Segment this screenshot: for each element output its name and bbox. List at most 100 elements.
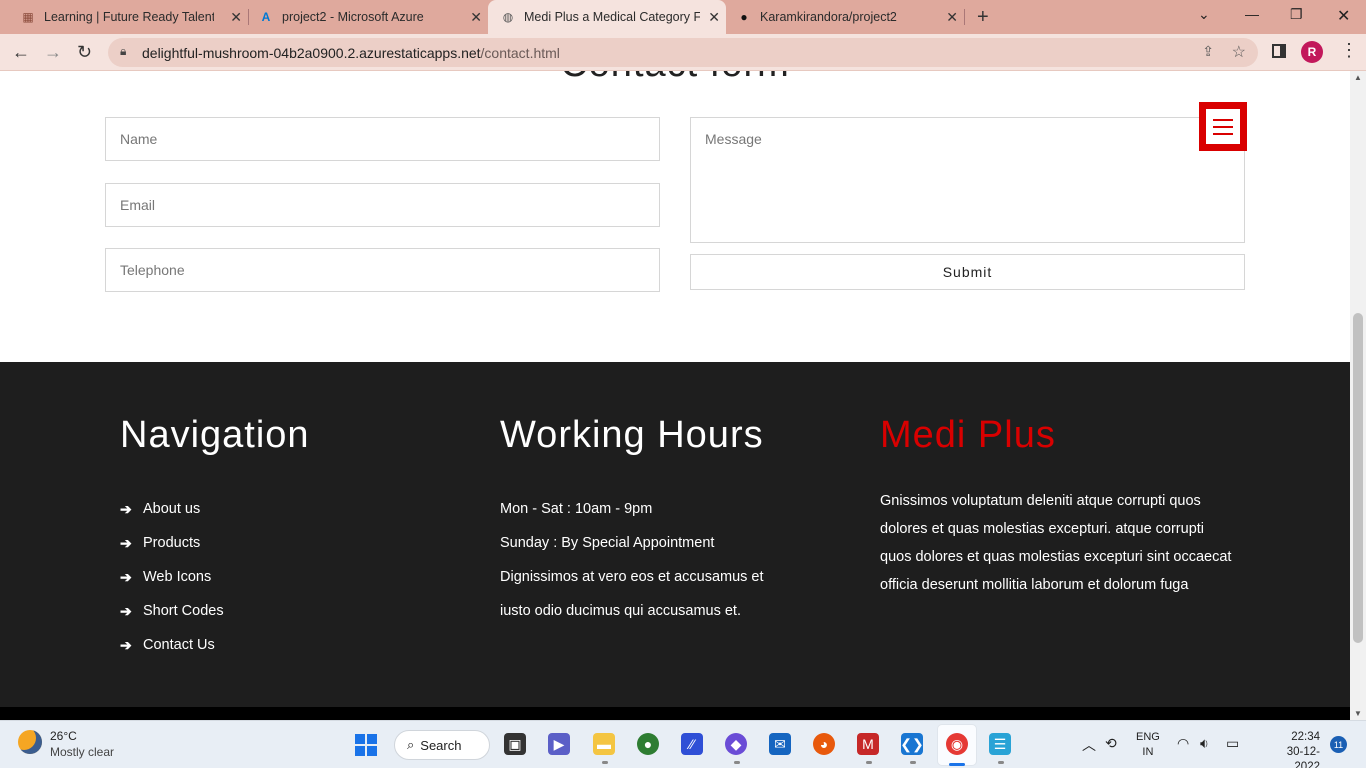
file-explorer-icon[interactable]: ▬: [593, 733, 615, 755]
hours-line: Mon - Sat : 10am - 9pm: [500, 501, 653, 517]
firefox-icon[interactable]: ◕: [813, 733, 835, 755]
bookmark-star-icon[interactable]: ☆: [1232, 42, 1246, 62]
page-scrollbar[interactable]: ▲ ▼: [1350, 71, 1366, 720]
side-panel-icon[interactable]: [1272, 44, 1286, 58]
tab-medi-plus[interactable]: ◍ Medi Plus a Medical Category Fla ✕: [488, 0, 726, 34]
brand-heading: Medi Plus: [880, 414, 1056, 456]
hours-line: Sunday : By Special Appointment: [500, 535, 715, 551]
battery-icon[interactable]: ▭: [1226, 735, 1239, 752]
lang-region: IN: [1142, 746, 1154, 758]
task-view-icon[interactable]: ▣: [504, 733, 526, 755]
vscode-icon[interactable]: ❮❯: [900, 733, 924, 755]
active-indicator: [949, 763, 965, 766]
arrow-right-icon: ➔: [120, 568, 132, 585]
minimize-icon[interactable]: —: [1245, 6, 1259, 22]
notepad-icon[interactable]: ☰: [989, 733, 1011, 755]
weather-description[interactable]: Mostly clear: [50, 745, 114, 759]
running-indicator: [910, 761, 916, 764]
search-icon: ⌕: [407, 737, 415, 752]
hamburger-menu-button[interactable]: [1199, 102, 1247, 151]
browser-menu-icon[interactable]: ⋮: [1340, 40, 1358, 61]
arrow-right-icon: ➔: [120, 602, 132, 619]
lock-icon[interactable]: 🔒︎: [120, 44, 126, 59]
navigation-heading: Navigation: [120, 414, 310, 456]
close-tab-icon[interactable]: ✕: [708, 9, 720, 26]
copilot-icon[interactable]: ◆: [725, 733, 747, 755]
tab-github[interactable]: ● Karamkirandora/project2 ✕: [726, 0, 964, 34]
share-icon[interactable]: ⇪: [1202, 43, 1214, 60]
tab-search-icon[interactable]: ⌄: [1198, 6, 1210, 23]
back-icon[interactable]: ←: [12, 42, 30, 63]
scroll-up-icon[interactable]: ▲: [1354, 73, 1362, 82]
arrow-right-icon: ➔: [120, 500, 132, 517]
restore-icon[interactable]: ❐: [1290, 6, 1303, 23]
page-viewport: Contact form Name Email Telephone Messag…: [0, 71, 1350, 720]
taskbar: 26°C Mostly clear ⌕ Search ▣ ▶ ▬ ● ⁄⁄ ◆ …: [0, 720, 1366, 768]
new-tab-icon[interactable]: +: [977, 6, 989, 29]
close-tab-icon[interactable]: ✕: [230, 9, 242, 26]
tab-title: Medi Plus a Medical Category Fla: [524, 10, 700, 24]
working-hours-heading: Working Hours: [500, 414, 764, 456]
close-window-icon[interactable]: ✕: [1337, 6, 1350, 26]
notification-badge[interactable]: 11: [1330, 736, 1347, 753]
working-hours-block: Mon - Sat : 10am - 9pm Sunday : By Speci…: [500, 492, 800, 628]
weather-temp[interactable]: 26°C: [50, 729, 77, 743]
hours-line: Dignissimos at vero eos et accusamus et: [500, 569, 764, 585]
tab-azure[interactable]: A project2 - Microsoft Azure ✕: [250, 0, 488, 34]
footer-link-contact[interactable]: ➔ Contact Us: [120, 628, 224, 662]
scroll-thumb[interactable]: [1353, 313, 1363, 643]
taskbar-search[interactable]: ⌕ Search: [394, 730, 490, 760]
browser-tab-bar: ▦ Learning | Future Ready Talent ✕ A pro…: [0, 0, 1366, 34]
clock-date: 30-12-2022: [1286, 746, 1320, 768]
footer-nav-list: ➔ About us ➔ Products ➔ Web Icons ➔ Short Co…: [120, 492, 224, 662]
forward-icon[interactable]: →: [44, 42, 62, 63]
clock[interactable]: 22:34 30-12-2022: [1282, 730, 1320, 768]
chrome-icon[interactable]: ◉: [946, 733, 968, 755]
azure-favicon: A: [261, 10, 271, 24]
link-label: Short Codes: [143, 603, 224, 619]
mail-icon[interactable]: ✉: [769, 733, 791, 755]
link-label: Products: [143, 535, 201, 551]
profile-avatar[interactable]: R: [1301, 41, 1323, 63]
footer-bottom-bar: [0, 707, 1350, 720]
language-indicator[interactable]: ENG IN: [1136, 730, 1160, 760]
footer-link-products[interactable]: ➔ Products: [120, 526, 224, 560]
lang-code: ENG: [1136, 731, 1160, 743]
start-button[interactable]: [355, 734, 377, 756]
globe-favicon: ◍: [502, 10, 514, 24]
microsoft-365-icon[interactable]: ⁄⁄: [681, 733, 703, 755]
tab-title: Karamkirandora/project2: [760, 10, 897, 24]
close-tab-icon[interactable]: ✕: [946, 9, 958, 26]
footer-link-web-icons[interactable]: ➔ Web Icons: [120, 560, 224, 594]
mcafee-icon[interactable]: M: [857, 733, 879, 755]
scroll-down-icon[interactable]: ▼: [1354, 709, 1362, 718]
sync-icon[interactable]: ⟲: [1105, 735, 1117, 752]
footer-link-short-codes[interactable]: ➔ Short Codes: [120, 594, 224, 628]
weather-icon[interactable]: [18, 730, 42, 754]
volume-icon[interactable]: 🔉︎: [1200, 735, 1209, 752]
close-tab-icon[interactable]: ✕: [470, 9, 482, 26]
search-label: Search: [420, 737, 462, 753]
submit-button[interactable]: Submit: [690, 254, 1245, 290]
brand-description: Gnissimos voluptatum deleniti atque corr…: [880, 493, 1232, 593]
footer-link-about[interactable]: ➔ About us: [120, 492, 224, 526]
edge-profile-icon[interactable]: ●: [637, 733, 659, 755]
running-indicator: [866, 761, 872, 764]
url-field[interactable]: 🔒︎ delightful-mushroom-04b2a0900.2.azure…: [108, 38, 1258, 67]
running-indicator: [998, 761, 1004, 764]
name-input[interactable]: Name: [105, 117, 660, 161]
telephone-input[interactable]: Telephone: [105, 248, 660, 292]
running-indicator: [602, 761, 608, 764]
message-textarea[interactable]: Message: [690, 117, 1245, 243]
wifi-icon[interactable]: ◠: [1177, 735, 1189, 752]
link-label: Contact Us: [143, 637, 215, 653]
hours-line: iusto odio ducimus qui accusamus et.: [500, 603, 741, 619]
tab-learning[interactable]: ▦ Learning | Future Ready Talent ✕: [0, 0, 248, 34]
reload-icon[interactable]: ↻: [77, 42, 92, 63]
url-host: delightful-mushroom-04b2a0900.2.azuresta…: [142, 45, 481, 61]
email-input[interactable]: Email: [105, 183, 660, 227]
teams-chat-icon[interactable]: ▶: [548, 733, 570, 755]
address-bar-row: ← → ↻ 🔒︎ delightful-mushroom-04b2a0900.2…: [0, 34, 1366, 71]
link-label: Web Icons: [143, 569, 212, 585]
chevron-up-icon[interactable]: ︿: [1082, 735, 1096, 755]
